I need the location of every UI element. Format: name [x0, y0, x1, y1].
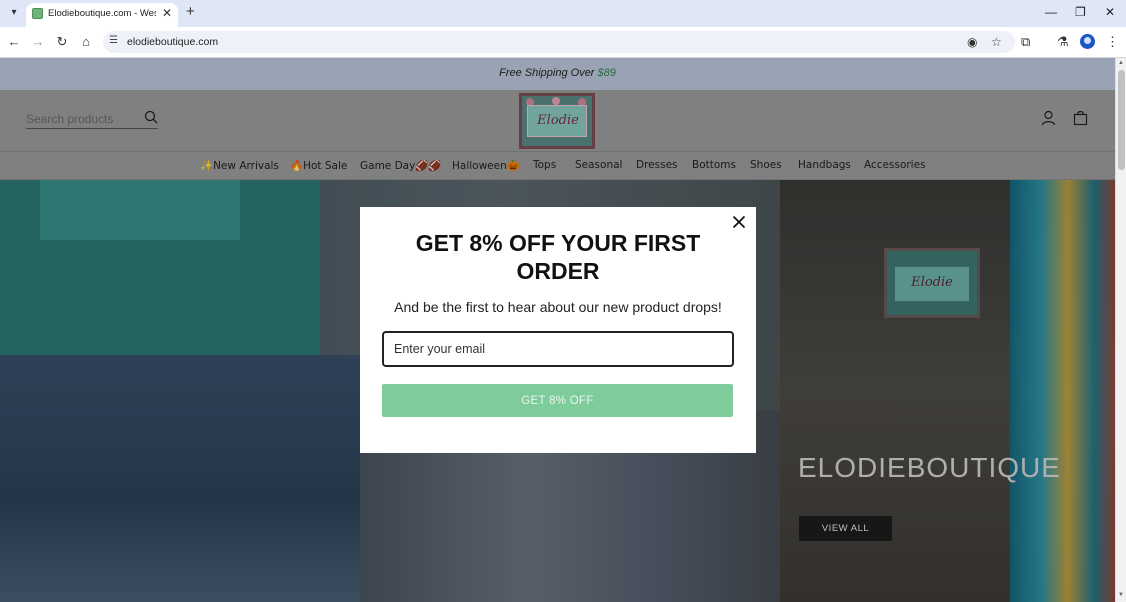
extensions-icon[interactable]: ⧉: [1021, 34, 1030, 50]
reload-icon[interactable]: ↻: [54, 34, 70, 50]
get-discount-button[interactable]: GET 8% OFF: [382, 384, 733, 417]
new-tab-icon[interactable]: +: [186, 4, 195, 20]
home-icon[interactable]: ⌂: [78, 34, 94, 50]
announcement-price: $89: [597, 67, 616, 79]
tab-search-icon[interactable]: ▾: [6, 5, 22, 21]
address-bar[interactable]: ☰ elodieboutique.com ◉ ☆: [103, 31, 1015, 53]
scroll-down-icon[interactable]: ▼: [1118, 592, 1124, 598]
forward-icon[interactable]: →: [30, 34, 46, 50]
discount-popup: GET 8% OFF YOUR FIRST ORDER And be the f…: [360, 207, 756, 453]
url-text: elodieboutique.com: [127, 36, 219, 48]
scroll-up-icon[interactable]: ▲: [1118, 60, 1124, 66]
browser-toolbar: ← → ↻ ⌂ ☰ elodieboutique.com ◉ ☆ ⧉ ⚗ ⋮: [0, 27, 1126, 58]
labs-icon[interactable]: ⚗: [1057, 34, 1069, 50]
announcement-text: Free Shipping Over $89: [499, 67, 616, 79]
close-tab-icon[interactable]: ✕: [162, 6, 172, 20]
close-icon[interactable]: [732, 215, 746, 229]
page-scrollbar[interactable]: ▲ ▼: [1115, 58, 1126, 602]
close-window-icon[interactable]: ✕: [1105, 5, 1115, 19]
site-info-icon[interactable]: ☰: [109, 35, 118, 46]
scrollbar-thumb[interactable]: [1118, 70, 1125, 170]
star-icon[interactable]: ☆: [991, 35, 1002, 49]
favicon: [32, 8, 43, 19]
menu-icon[interactable]: ⋮: [1106, 34, 1119, 50]
announcement-bar: Free Shipping Over $89: [0, 58, 1115, 90]
email-field[interactable]: [382, 331, 734, 367]
minimize-icon[interactable]: —: [1045, 5, 1057, 19]
tab-title: Elodieboutique.com - Western: [48, 8, 156, 19]
back-icon[interactable]: ←: [6, 34, 22, 50]
popup-subtitle: And be the first to hear about our new p…: [394, 299, 722, 315]
eye-off-icon[interactable]: ◉: [967, 35, 977, 49]
profile-icon[interactable]: [1080, 34, 1095, 49]
restore-icon[interactable]: ❐: [1075, 5, 1086, 19]
browser-tab-bar: ▾ Elodieboutique.com - Western ✕ + — ❐ ✕: [0, 0, 1126, 27]
popup-title: GET 8% OFF YOUR FIRST ORDER: [415, 230, 701, 284]
browser-tab[interactable]: Elodieboutique.com - Western ✕: [26, 3, 178, 27]
